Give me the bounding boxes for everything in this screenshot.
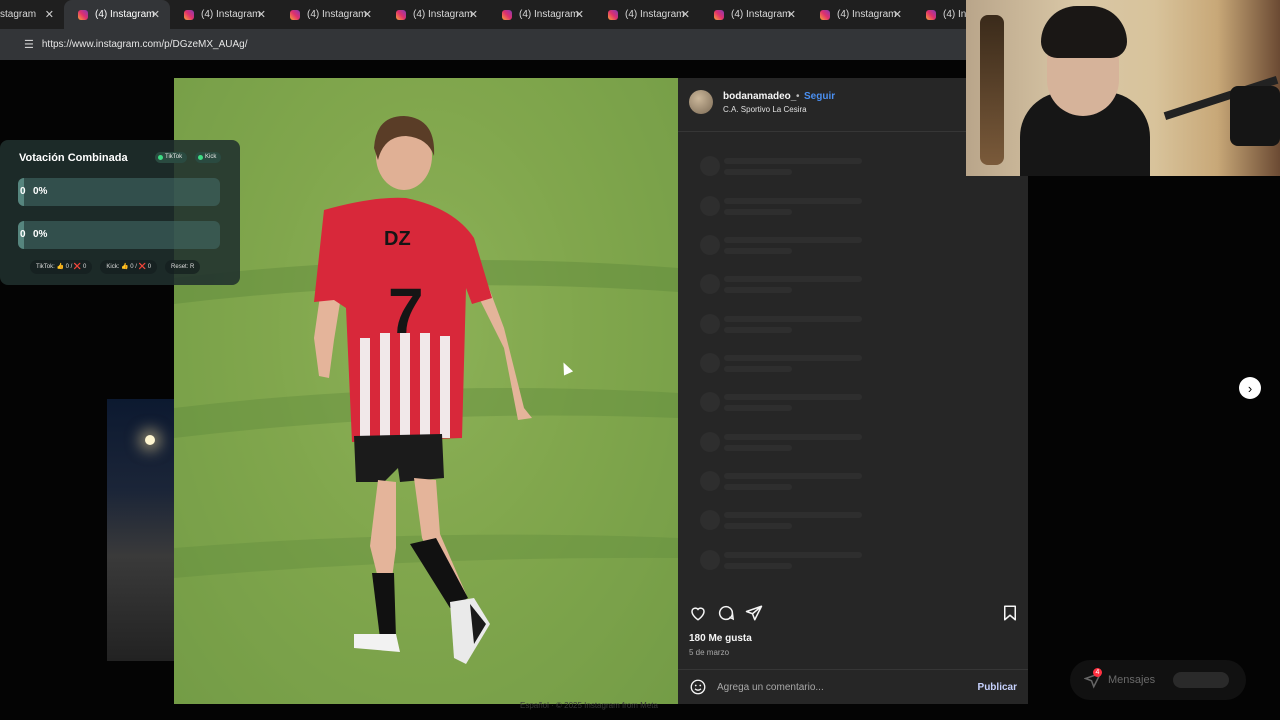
close-icon[interactable]: ✕: [257, 8, 266, 21]
instagram-icon: [78, 9, 88, 20]
conversation-avatars: [1173, 672, 1230, 688]
close-icon[interactable]: ✕: [363, 8, 372, 21]
location-link[interactable]: C.A. Sportivo La Cesira: [723, 105, 807, 114]
player-illustration: [174, 78, 678, 704]
instagram-icon: [396, 9, 406, 20]
tab-label: stagram: [0, 9, 37, 20]
instagram-icon: [608, 9, 618, 20]
post-date: 5 de marzo: [689, 648, 730, 657]
post-actions: [678, 602, 1028, 624]
streamer-hair: [1041, 6, 1127, 58]
publish-button[interactable]: Publicar: [978, 682, 1017, 693]
close-icon[interactable]: ✕: [469, 8, 478, 21]
vote-option-2: 0 0%: [18, 221, 220, 249]
comment-box: Agrega un comentario... Publicar: [678, 669, 1028, 704]
share-icon[interactable]: [745, 604, 763, 622]
messages-button[interactable]: 4 Mensajes: [1070, 660, 1246, 700]
url-field[interactable]: https://www.instagram.com/p/DGzeMX_AUAg/: [42, 39, 248, 50]
instagram-icon: [184, 9, 194, 20]
tab-instagram[interactable]: (4) Instagram ✕: [170, 0, 276, 29]
username-link[interactable]: bodanamadeo_: [723, 91, 796, 102]
avatar[interactable]: [689, 90, 713, 114]
messages-badge: 4: [1093, 668, 1102, 677]
close-icon[interactable]: ✕: [893, 8, 902, 21]
vote-stats: TikTok: 👍 0 / ❌ 0 Kick: 👍 0 / ❌ 0 Reset:…: [30, 260, 201, 274]
tab-instagram[interactable]: (4) Instagram ✕: [488, 0, 594, 29]
bookmark-icon[interactable]: [1001, 604, 1019, 622]
post-image[interactable]: DZ 7: [174, 78, 678, 704]
instagram-icon: [714, 9, 724, 20]
tab-label: (4) Instagram: [731, 9, 791, 20]
likes-count[interactable]: 180 Me gusta: [689, 633, 752, 644]
microphone: [1230, 86, 1280, 146]
vote-percent: 0%: [33, 186, 48, 197]
street-lamp: [145, 435, 155, 445]
guitar: [980, 15, 1004, 165]
vote-count: 0: [20, 229, 26, 240]
tab-instagram[interactable]: (4) Instagram ✕: [700, 0, 806, 29]
instagram-icon: [290, 9, 300, 20]
tab-label: (4) Instagram: [625, 9, 685, 20]
instagram-icon: [502, 9, 512, 20]
jersey-sponsor: DZ: [384, 228, 411, 250]
tab-label: (4) Instagram: [837, 9, 897, 20]
tab-instagram[interactable]: (4) Instagram ✕: [276, 0, 382, 29]
tab-label: (4) Instagram: [201, 9, 261, 20]
tab-label: (4) Instagram: [307, 9, 367, 20]
separator-dot: •: [796, 91, 800, 102]
close-icon[interactable]: ✕: [45, 8, 54, 21]
tab-label: (4) Instagram: [413, 9, 473, 20]
reset-hint: Reset: R: [165, 260, 201, 274]
chevron-right-icon[interactable]: ›: [1239, 377, 1261, 399]
vote-option-1: 0 0%: [18, 178, 220, 206]
messenger-icon: 4: [1083, 668, 1102, 689]
emoji-icon[interactable]: [689, 678, 707, 696]
tab-instagram[interactable]: (4) Instagram ✕: [382, 0, 488, 29]
vote-count: 0: [20, 186, 26, 197]
follow-button[interactable]: Seguir: [804, 91, 835, 102]
footer-text: Español · © 2025 Instagram from Meta: [520, 701, 658, 710]
comment-input[interactable]: Agrega un comentario...: [717, 682, 824, 693]
tab-instagram[interactable]: (4) Instagram ✕: [594, 0, 700, 29]
webcam-overlay: [966, 0, 1280, 176]
instagram-icon: [926, 9, 936, 20]
tab-partial[interactable]: stagram ✕: [0, 0, 64, 29]
tab-label: (4) Instagram: [519, 9, 579, 20]
vote-percent: 0%: [33, 229, 48, 240]
vote-widget: Votación Combinada TikTok Kick 0 0% 0 0%…: [0, 140, 240, 285]
heart-icon[interactable]: [689, 604, 707, 622]
tab-label: (4) Instagram: [95, 9, 155, 20]
background-post-thumbnail: [107, 399, 177, 661]
tiktok-stats: TikTok: 👍 0 / ❌ 0: [30, 260, 93, 274]
tab-instagram[interactable]: (4) Instagram ✕: [806, 0, 912, 29]
tiktok-source-badge: TikTok: [155, 152, 188, 163]
messages-label: Mensajes: [1108, 674, 1156, 686]
close-icon[interactable]: ✕: [681, 8, 690, 21]
tab-instagram-active[interactable]: (4) Instagram ✕: [64, 0, 170, 29]
jersey-number: 7: [388, 275, 424, 347]
comment-icon[interactable]: [717, 604, 735, 622]
instagram-icon: [820, 9, 830, 20]
screen: stagram ✕ (4) Instagram ✕ (4) Instagram …: [0, 0, 1280, 720]
close-icon[interactable]: ✕: [575, 8, 584, 21]
kick-source-badge: Kick: [195, 152, 222, 163]
vote-title: Votación Combinada: [19, 152, 128, 164]
site-settings-icon[interactable]: ☰: [24, 38, 34, 51]
kick-stats: Kick: 👍 0 / ❌ 0: [100, 260, 158, 274]
close-icon[interactable]: ✕: [151, 8, 160, 21]
close-icon[interactable]: ✕: [787, 8, 796, 21]
